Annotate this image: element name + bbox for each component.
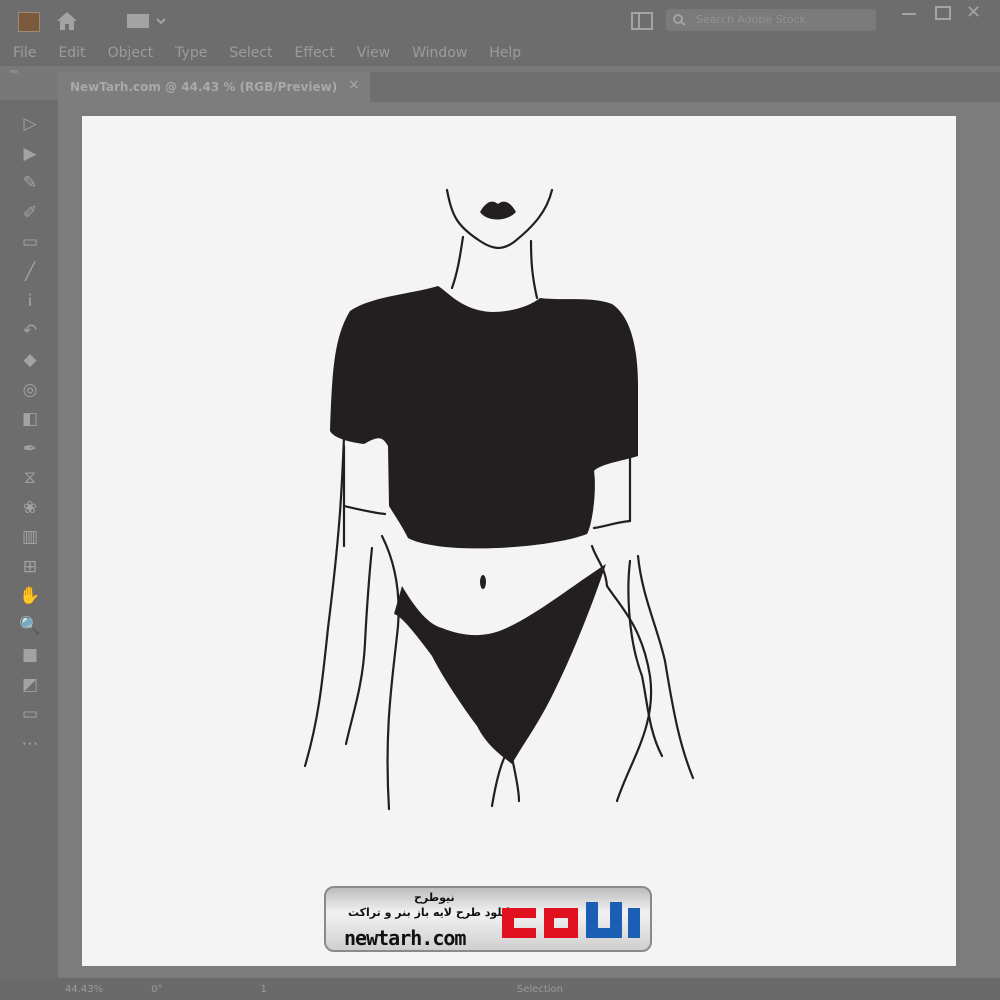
close-window-button[interactable]: ✕ — [966, 2, 981, 23]
document-tab-bar: NewTarh.com @ 44.43 % (RGB/Preview) × — [58, 72, 1000, 102]
neck-left — [450, 235, 465, 290]
left-waist — [380, 534, 400, 811]
menu-type[interactable]: Type — [162, 45, 216, 61]
lips — [480, 201, 516, 220]
status-current-tool[interactable]: Selection — [517, 984, 563, 995]
document-tab[interactable]: NewTarh.com @ 44.43 % (RGB/Preview) × — [58, 72, 370, 102]
rotate-icon[interactable]: ↶ — [17, 319, 43, 343]
artboard[interactable] — [82, 116, 956, 966]
direct-selection-icon[interactable]: ▶ — [17, 142, 43, 166]
shape-builder-icon[interactable]: ◎ — [17, 378, 43, 402]
right-arm-outer — [636, 554, 695, 780]
drawing-modes-icon[interactable]: ◩ — [17, 673, 43, 697]
neck-right — [529, 239, 539, 300]
maximize-button[interactable] — [935, 6, 951, 20]
crop-top-shirt — [330, 286, 638, 549]
search-stock-input[interactable]: Search Adobe Stock — [666, 9, 876, 31]
belly-button — [480, 575, 486, 589]
selection-icon[interactable]: ▷ — [17, 112, 43, 136]
menu-select[interactable]: Select — [216, 45, 281, 61]
toolbar-grip[interactable] — [10, 70, 18, 73]
zoom-icon[interactable]: 🔍 — [17, 614, 43, 638]
right-elbow — [592, 519, 632, 530]
watermark-name: نیوطرح — [414, 891, 455, 904]
pen-icon[interactable]: ✎ — [17, 171, 43, 195]
graph-icon[interactable]: ▥ — [17, 525, 43, 549]
minimize-button[interactable] — [902, 13, 916, 15]
right-thigh — [510, 756, 521, 803]
newtarh-watermark: نیوطرح دانلود طرح لایه باز بنر و تراکت n… — [324, 886, 652, 952]
artboard-icon[interactable]: ⊞ — [17, 555, 43, 579]
type-icon[interactable]: Ꭵ — [17, 289, 43, 313]
eyedropper-icon[interactable]: ✒ — [17, 437, 43, 461]
search-icon — [673, 14, 686, 26]
menu-window[interactable]: Window — [399, 45, 476, 61]
home-icon[interactable] — [55, 10, 79, 32]
menu-bar: File Edit Object Type Select Effect View Window… — [0, 40, 1000, 66]
tools-panel: ▷ ▶ ✎ ✐ ▭ ╱ Ꭵ ↶ ◆ ◎ ◧ ✒ ⧖ ❀ ▥ ⊞ ✋ 🔍 ■ ◩ ▭ ⋯ — [0, 70, 58, 980]
blend-icon[interactable]: ⧖ — [17, 466, 43, 490]
menu-effect[interactable]: Effect — [282, 45, 344, 61]
fill-stroke-icon[interactable]: ■ — [17, 643, 43, 667]
eraser-icon[interactable]: ◆ — [17, 348, 43, 372]
left-elbow — [342, 504, 387, 516]
left-arm-inner — [344, 546, 374, 746]
status-bar: 44.43% 0° 1 Selection — [0, 978, 1000, 1000]
menu-view[interactable]: View — [344, 45, 399, 61]
symbol-sprayer-icon[interactable]: ❀ — [17, 496, 43, 520]
menu-help[interactable]: Help — [476, 45, 530, 61]
app-bar: Search Adobe Stock ✕ — [0, 0, 1000, 40]
workspace-switcher-icon[interactable] — [125, 12, 169, 30]
menu-file[interactable]: File — [0, 45, 45, 61]
line-art-illustration — [303, 188, 695, 811]
status-artboard-number[interactable]: 1 — [261, 984, 267, 995]
screen-mode-icon[interactable]: ▭ — [17, 702, 43, 726]
paintbrush-icon[interactable]: ╱ — [17, 260, 43, 284]
menu-object[interactable]: Object — [95, 45, 163, 61]
menu-edit[interactable]: Edit — [45, 45, 94, 61]
status-zoom[interactable]: 44.43% — [65, 984, 103, 995]
arrange-documents-icon[interactable] — [630, 10, 654, 32]
status-rotation[interactable]: 0° — [151, 984, 162, 995]
gradient-icon[interactable]: ◧ — [17, 407, 43, 431]
search-placeholder: Search Adobe Stock — [696, 13, 807, 26]
curvature-icon[interactable]: ✐ — [17, 201, 43, 225]
watermark-tagline: دانلود طرح لایه باز بنر و تراکت — [348, 906, 516, 919]
document-tab-title: NewTarh.com @ 44.43 % (RGB/Preview) — [70, 80, 338, 94]
hand-icon[interactable]: ✋ — [17, 584, 43, 608]
close-tab-icon[interactable]: × — [348, 77, 360, 93]
app-logo — [18, 12, 40, 32]
bikini-bottom — [394, 564, 606, 764]
rectangle-icon[interactable]: ▭ — [17, 230, 43, 254]
watermark-url: newtarh.com — [344, 926, 466, 950]
edit-toolbar-icon[interactable]: ⋯ — [17, 732, 43, 756]
left-arm-outer — [303, 436, 346, 768]
newtarh-logo-icon — [502, 902, 640, 938]
